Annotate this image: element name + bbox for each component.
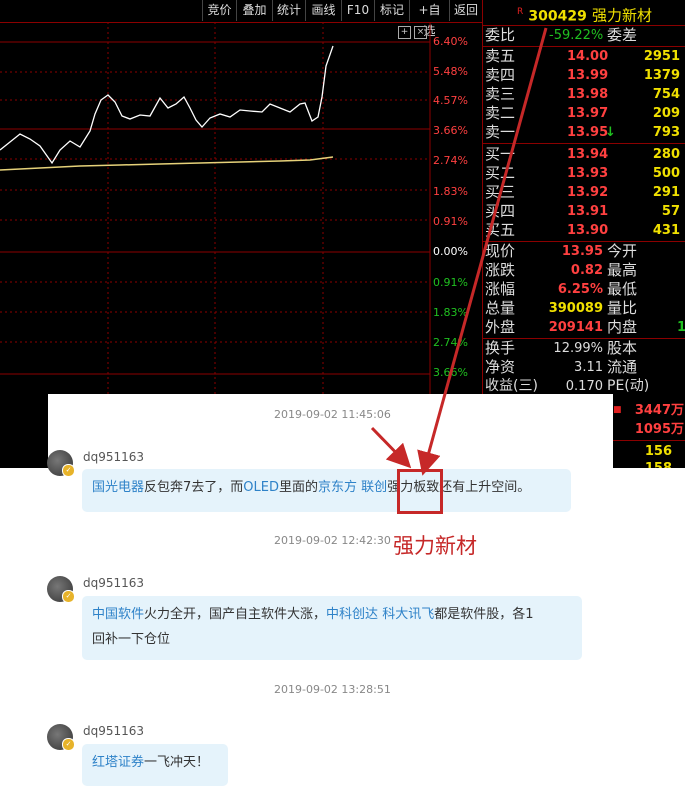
long-arrow <box>417 27 548 476</box>
annotation-arrows <box>370 27 548 476</box>
annotation-label: 强力新材 <box>393 534 477 558</box>
short-arrow <box>370 426 412 469</box>
